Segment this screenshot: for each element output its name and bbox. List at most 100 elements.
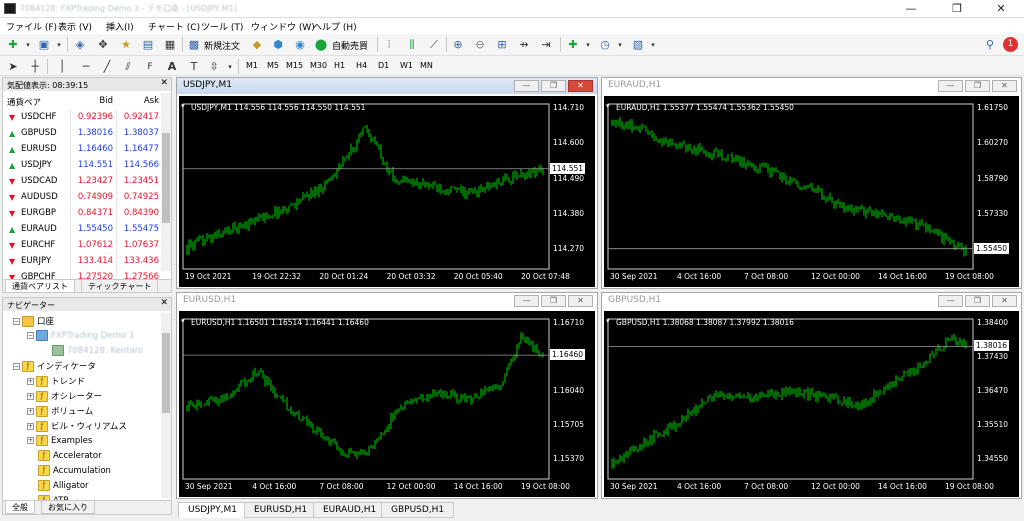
chart-tab-gbpusd[interactable]: GBPUSD,H1: [381, 502, 455, 518]
navigator-item[interactable]: + ƒ トレンド: [27, 375, 85, 387]
navigator-item[interactable]: − FXPTrading Demo 3: [27, 330, 134, 341]
terminal-icon[interactable]: ▤: [140, 37, 156, 53]
minimize-icon[interactable]: —: [938, 80, 963, 92]
close-icon[interactable]: ✕: [160, 298, 168, 308]
minimize-icon[interactable]: —: [938, 295, 963, 307]
auto-trade-button[interactable]: 自動売買: [332, 39, 368, 52]
text-label-icon[interactable]: T: [186, 59, 202, 75]
market-watch-row[interactable]: ▲ GBPUSD 1.38016 1.38037: [3, 125, 163, 141]
market-watch-row[interactable]: ▲ USDJPY 114.551 114.566: [3, 157, 163, 173]
market-watch-row[interactable]: ▼ USDCAD 1.23427 1.23451: [3, 173, 163, 189]
timeframe-w1[interactable]: W1: [400, 61, 413, 70]
navigator-item[interactable]: + ƒ オシレーター: [27, 390, 102, 402]
chart-tab-euraud[interactable]: EURAUD,H1: [313, 502, 387, 518]
line-chart-icon[interactable]: ⟋: [426, 37, 442, 53]
dropdown-arrow-icon[interactable]: ▾: [580, 37, 596, 53]
trendline-icon[interactable]: ╱: [99, 59, 115, 75]
expand-toggle-icon[interactable]: +: [27, 423, 34, 430]
chart-canvas[interactable]: ▾ USDJPY,M1 114.556 114.556 114.550 114.…: [179, 96, 595, 287]
timeframe-d1[interactable]: D1: [378, 61, 389, 70]
navigator-scrollbar[interactable]: [161, 313, 171, 498]
fibonacci-icon[interactable]: F: [142, 59, 158, 75]
expand-toggle-icon[interactable]: −: [13, 318, 20, 325]
navigator-item[interactable]: − 口座: [13, 315, 54, 327]
timeframe-m30[interactable]: M30: [310, 61, 327, 70]
expand-toggle-icon[interactable]: −: [13, 363, 20, 370]
timeframe-mn[interactable]: MN: [420, 61, 433, 70]
chart-window-titlebar[interactable]: EURUSD,H1 — ❐ ✕: [177, 293, 597, 309]
dropdown-arrow-icon[interactable]: ▾: [612, 37, 628, 53]
timeframe-h4[interactable]: H4: [356, 61, 367, 70]
scrollbar-thumb[interactable]: [162, 133, 170, 223]
data-window-icon[interactable]: ✥: [95, 37, 111, 53]
chart-canvas[interactable]: ▾ EURAUD,H1 1.55377 1.55474 1.55362 1.55…: [604, 96, 1019, 287]
notification-badge[interactable]: 1: [1003, 37, 1018, 52]
tab-general[interactable]: 全般: [5, 501, 35, 514]
periods-icon[interactable]: ◷: [597, 37, 613, 53]
expand-toggle-icon[interactable]: +: [27, 408, 34, 415]
vertical-line-icon[interactable]: │: [54, 59, 70, 75]
market-watch-row[interactable]: ▲ EURAUD 1.55450 1.55475: [3, 221, 163, 237]
minimize-button[interactable]: —: [888, 1, 934, 17]
close-icon[interactable]: ✕: [992, 80, 1017, 92]
market-watch-row[interactable]: ▼ EURGBP 0.84371 0.84390: [3, 205, 163, 221]
menu-window[interactable]: ウィンドウ (W): [251, 20, 315, 33]
chart-shift-icon[interactable]: ⇸: [516, 37, 532, 53]
dropdown-arrow-icon[interactable]: ▾: [606, 102, 610, 110]
dropdown-arrow-icon[interactable]: ▾: [606, 317, 610, 325]
chart-window-titlebar[interactable]: GBPUSD,H1 — ❐ ✕: [602, 293, 1021, 309]
close-button[interactable]: ✕: [978, 1, 1024, 17]
navigator-item[interactable]: + ƒ ビル・ウィリアムス: [27, 420, 127, 432]
restore-icon[interactable]: ❐: [965, 80, 990, 92]
minimize-icon[interactable]: —: [514, 295, 539, 307]
tile-windows-icon[interactable]: ⊞: [494, 37, 510, 53]
timeframe-h1[interactable]: H1: [334, 61, 345, 70]
text-icon[interactable]: A: [164, 59, 180, 75]
market-watch-row[interactable]: ▼ EURJPY 133.414 133.436: [3, 253, 163, 269]
horizontal-line-icon[interactable]: ─: [78, 59, 94, 75]
expand-toggle-icon[interactable]: +: [27, 378, 34, 385]
column-symbol[interactable]: 通貨ペア: [7, 96, 41, 108]
arrows-icon[interactable]: ⇳: [206, 59, 222, 75]
navigator-item[interactable]: + ƒ Examples: [27, 435, 92, 446]
chart-canvas[interactable]: ▾ GBPUSD,H1 1.38068 1.38087 1.37992 1.38…: [604, 311, 1019, 497]
menu-view[interactable]: 表示 (V): [58, 20, 92, 33]
chart-canvas[interactable]: ▾ EURUSD,H1 1.16501 1.16514 1.16441 1.16…: [179, 311, 595, 497]
tab-tick-chart[interactable]: ティックチャート: [81, 280, 159, 292]
market-watch-row[interactable]: ▼ EURCHF 1.07612 1.07637: [3, 237, 163, 253]
crosshair-icon[interactable]: ┼: [27, 59, 43, 75]
chart-window-gbpusd[interactable]: GBPUSD,H1 — ❐ ✕ ▾ GBPUSD,H1 1.38068 1.38087 …: [601, 292, 1022, 499]
expand-toggle-icon[interactable]: +: [27, 437, 34, 444]
dropdown-arrow-icon[interactable]: ▾: [181, 102, 185, 110]
bar-chart-icon[interactable]: ⫶: [381, 37, 397, 53]
market-watch-row[interactable]: ▼ USDCHF 0.92396 0.92417: [3, 109, 163, 125]
restore-icon[interactable]: ❐: [541, 295, 566, 307]
close-icon[interactable]: ✕: [568, 295, 593, 307]
search-icon[interactable]: ⚲: [982, 37, 998, 53]
menu-help[interactable]: ヘルプ (H): [313, 20, 357, 33]
navigator-icon[interactable]: ★: [118, 37, 134, 53]
dropdown-arrow-icon[interactable]: ▾: [51, 37, 67, 53]
dropdown-arrow-icon[interactable]: ▾: [222, 59, 238, 75]
close-icon[interactable]: ✕: [160, 78, 168, 88]
column-bid[interactable]: Bid: [99, 96, 113, 106]
market-watch-icon[interactable]: ◈: [72, 37, 88, 53]
restore-icon[interactable]: ❐: [541, 80, 566, 92]
column-ask[interactable]: Ask: [144, 96, 159, 106]
restore-icon[interactable]: ❐: [965, 295, 990, 307]
market-icon[interactable]: ◉: [292, 37, 308, 53]
strategy-tester-icon[interactable]: ▦: [162, 37, 178, 53]
indicators-icon[interactable]: ✚: [565, 37, 581, 53]
zoom-in-icon[interactable]: ⊕: [450, 37, 466, 53]
menu-chart[interactable]: チャート (C): [148, 20, 200, 33]
minimize-icon[interactable]: —: [514, 80, 539, 92]
menu-insert[interactable]: 挿入(I): [106, 20, 134, 33]
auto-trade-icon[interactable]: ⬤: [313, 37, 329, 53]
navigator-item[interactable]: − ƒ インディケータ: [13, 360, 96, 372]
menu-file[interactable]: ファイル (F): [6, 20, 57, 33]
chart-tab-usdjpy[interactable]: USDJPY,M1: [178, 502, 247, 518]
navigator-item[interactable]: 7084128: Kentaro: [41, 345, 143, 356]
expand-toggle-icon[interactable]: +: [27, 393, 34, 400]
chart-window-euraud[interactable]: EURAUD,H1 — ❐ ✕ ▾ EURAUD,H1 1.55377 1.55474 …: [601, 77, 1022, 289]
close-icon[interactable]: ✕: [992, 295, 1017, 307]
